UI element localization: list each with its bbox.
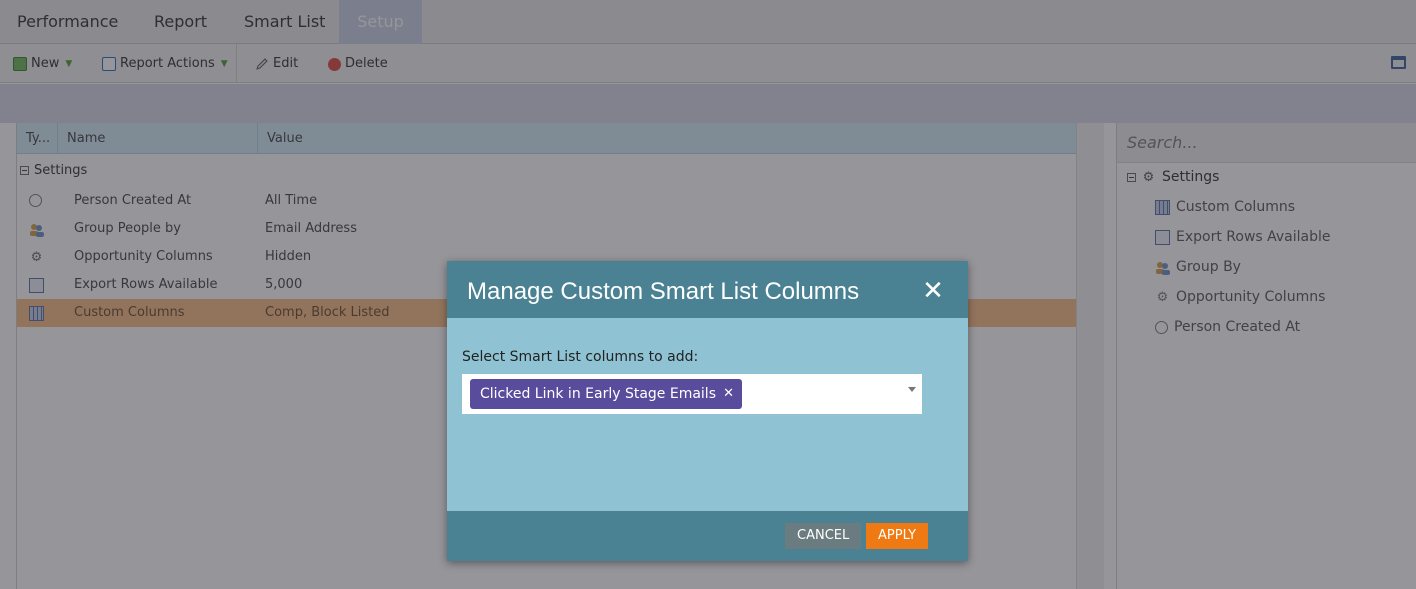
selected-column-chip: Clicked Link in Early Stage Emails ✕ (470, 379, 742, 409)
columns-select-label: Select Smart List columns to add: (462, 349, 699, 365)
apply-button[interactable]: APPLY (866, 523, 929, 549)
remove-chip-icon[interactable]: ✕ (723, 379, 734, 409)
chip-label: Clicked Link in Early Stage Emails (480, 386, 716, 402)
cancel-button[interactable]: CANCEL (785, 523, 862, 549)
close-icon[interactable]: ✕ (918, 276, 948, 306)
dialog-title: Manage Custom Smart List Columns (467, 278, 860, 305)
dialog-footer: CANCEL APPLY (447, 511, 968, 561)
dialog-header: Manage Custom Smart List Columns ✕ (447, 261, 968, 318)
manage-columns-dialog: Manage Custom Smart List Columns ✕ Selec… (447, 261, 968, 561)
dropdown-caret-icon[interactable] (908, 387, 916, 392)
columns-multiselect[interactable]: Clicked Link in Early Stage Emails ✕ (462, 374, 922, 414)
